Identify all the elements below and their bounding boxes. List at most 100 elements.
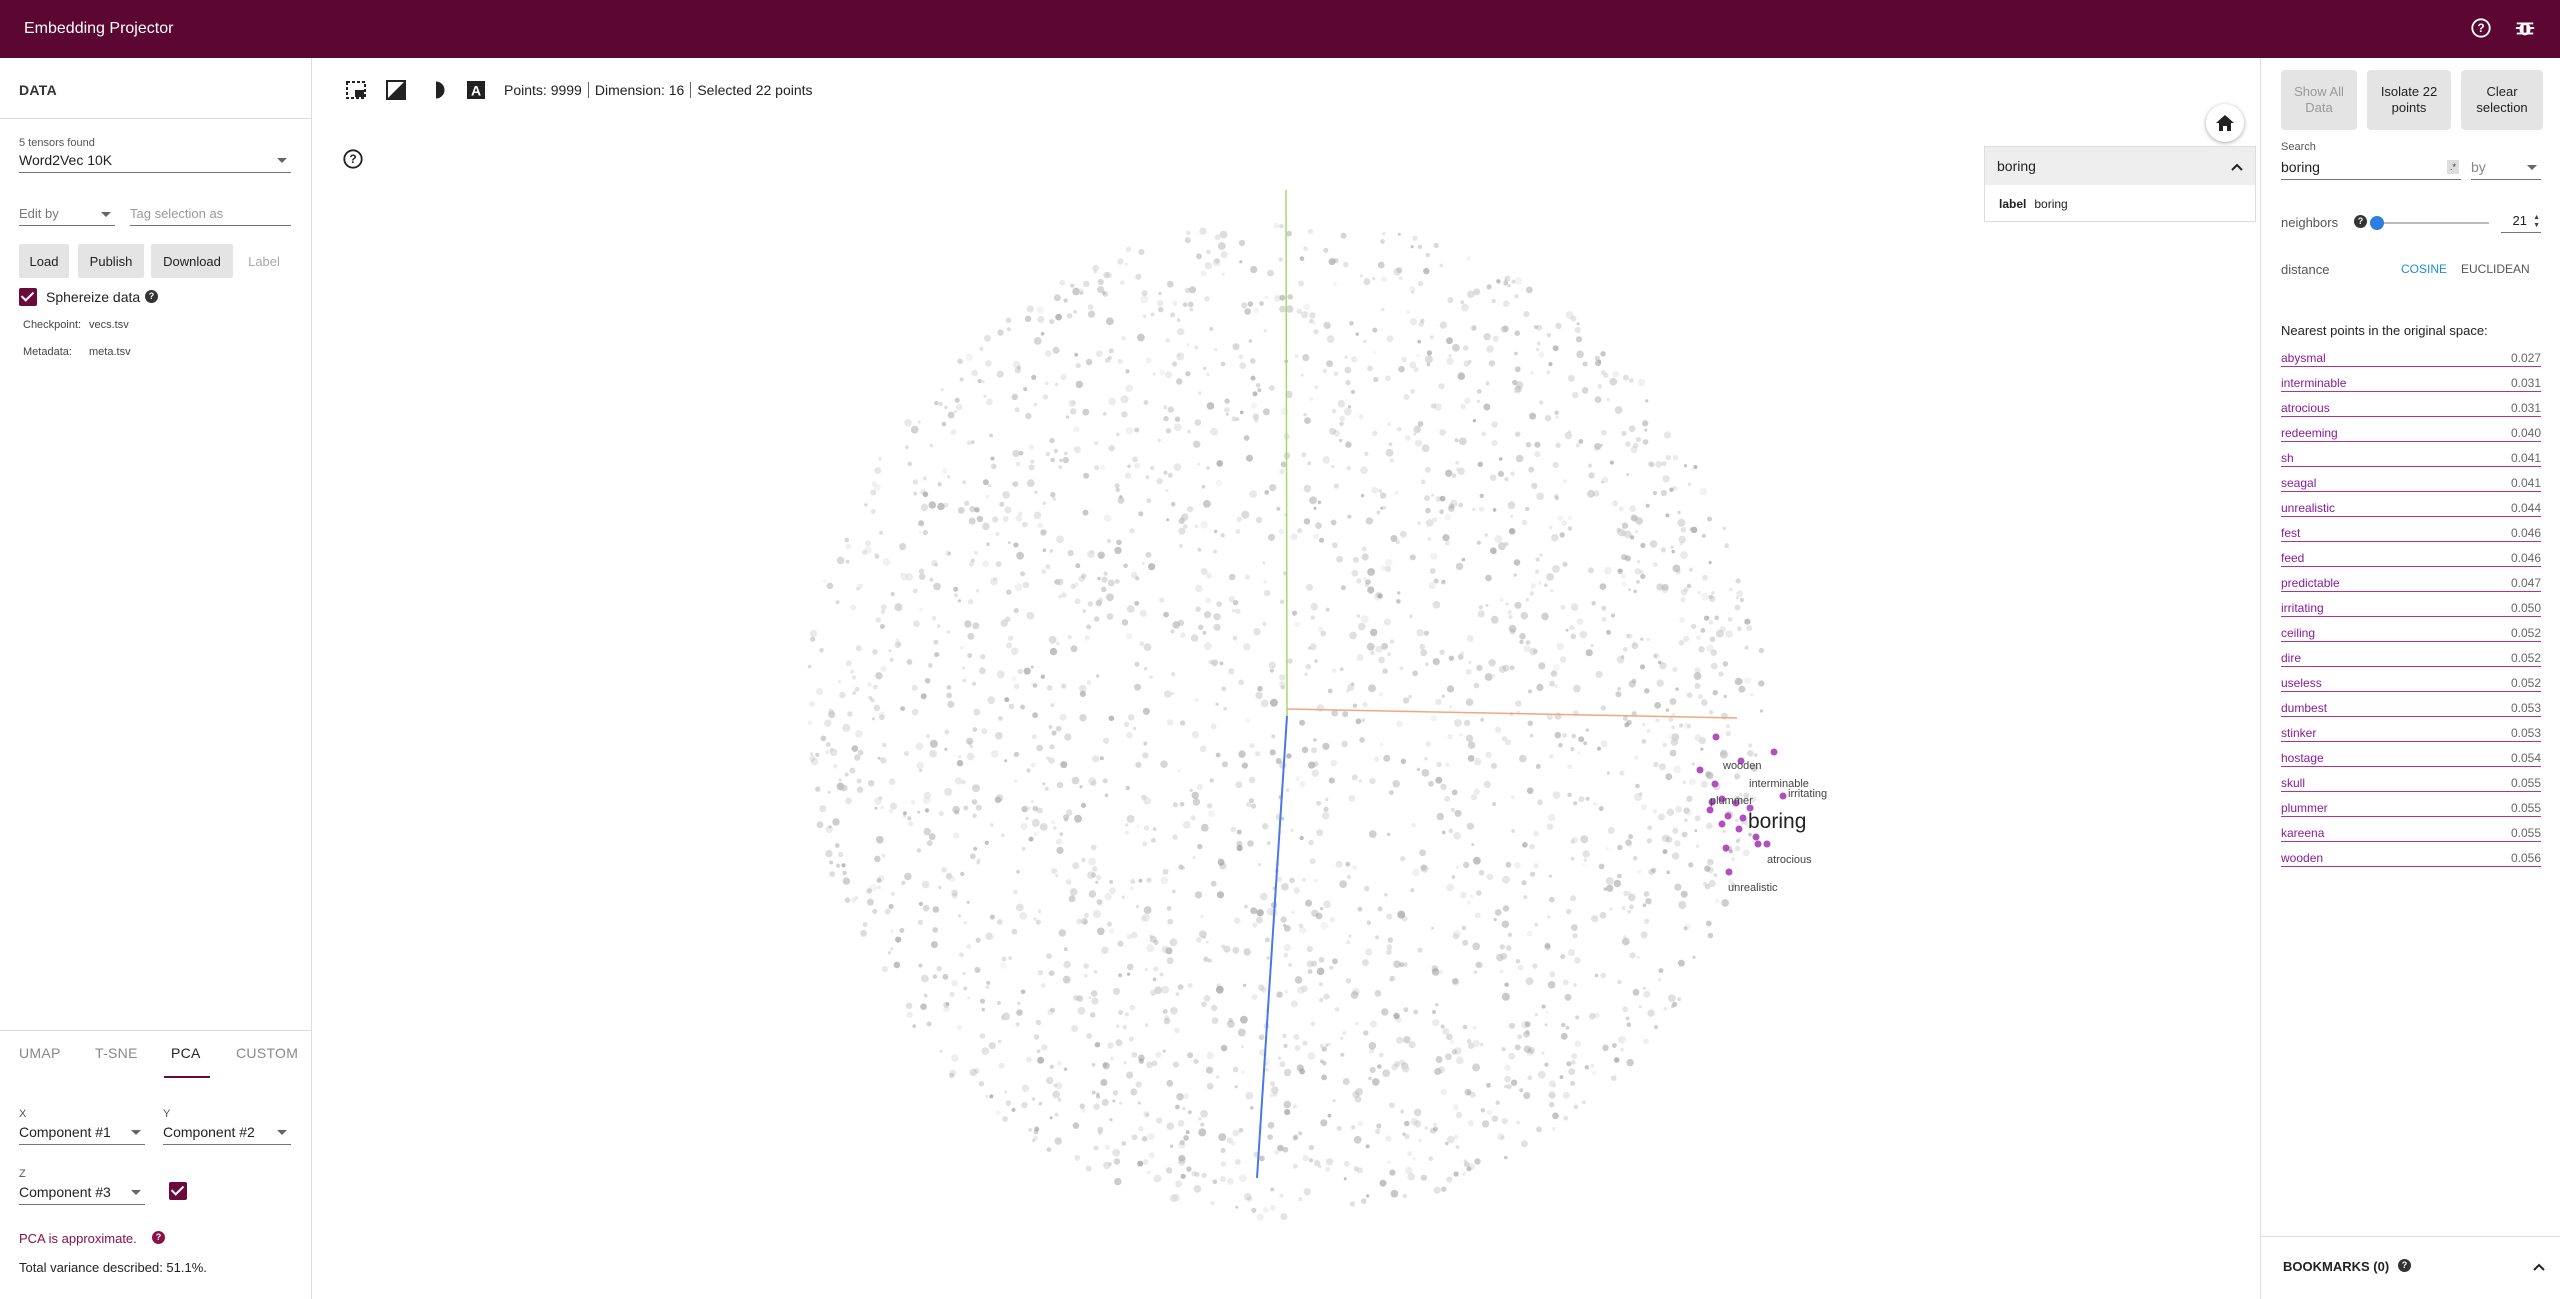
- data-point[interactable]: [1600, 705, 1607, 711]
- data-point[interactable]: [1126, 933, 1132, 940]
- data-point[interactable]: [1340, 585, 1346, 591]
- data-point[interactable]: [1661, 585, 1669, 594]
- data-point[interactable]: [1195, 584, 1203, 593]
- data-point[interactable]: [1053, 448, 1059, 454]
- selected-data-point[interactable]: [1725, 868, 1733, 876]
- data-point[interactable]: [1544, 583, 1548, 587]
- data-point[interactable]: [1639, 569, 1644, 575]
- data-point[interactable]: [1274, 1150, 1279, 1155]
- data-point[interactable]: [1336, 1125, 1342, 1131]
- data-point[interactable]: [1628, 680, 1636, 688]
- data-point[interactable]: [998, 716, 1003, 721]
- data-point[interactable]: [1170, 629, 1175, 634]
- data-point[interactable]: [1357, 1120, 1364, 1127]
- data-point[interactable]: [1023, 387, 1028, 392]
- data-point[interactable]: [1194, 1171, 1200, 1177]
- data-point[interactable]: [845, 559, 850, 564]
- data-point[interactable]: [1325, 1158, 1334, 1166]
- data-point[interactable]: [920, 1003, 927, 1010]
- data-point[interactable]: [1120, 395, 1129, 404]
- data-point[interactable]: [1250, 358, 1256, 364]
- data-point[interactable]: [1472, 419, 1476, 423]
- data-point[interactable]: [1381, 642, 1388, 650]
- data-point[interactable]: [912, 588, 918, 594]
- data-point[interactable]: [1491, 1115, 1499, 1122]
- data-point[interactable]: [1210, 880, 1217, 887]
- data-point[interactable]: [1490, 673, 1496, 679]
- data-point[interactable]: [1194, 419, 1202, 426]
- data-point[interactable]: [816, 821, 824, 829]
- data-point[interactable]: [1601, 616, 1607, 622]
- data-point[interactable]: [1050, 1007, 1056, 1013]
- data-point[interactable]: [1449, 1039, 1455, 1045]
- data-point[interactable]: [1016, 1009, 1023, 1016]
- data-point[interactable]: [1363, 278, 1371, 286]
- data-point[interactable]: [1476, 664, 1483, 671]
- data-point[interactable]: [1670, 545, 1674, 549]
- data-point[interactable]: [1620, 1047, 1624, 1052]
- data-point[interactable]: [1319, 998, 1324, 1003]
- data-point[interactable]: [1507, 284, 1511, 288]
- data-point[interactable]: [1087, 304, 1094, 310]
- data-point[interactable]: [981, 1047, 990, 1055]
- data-point[interactable]: [845, 543, 852, 550]
- data-point[interactable]: [1461, 303, 1469, 312]
- data-point[interactable]: [1446, 685, 1455, 693]
- data-point[interactable]: [1033, 917, 1037, 921]
- data-point[interactable]: [1331, 408, 1337, 414]
- data-point[interactable]: [1578, 439, 1584, 444]
- data-point[interactable]: [998, 1062, 1005, 1069]
- data-point[interactable]: [850, 604, 857, 611]
- data-point[interactable]: [1606, 398, 1610, 402]
- data-point[interactable]: [1617, 844, 1623, 851]
- data-point[interactable]: [1045, 451, 1051, 457]
- data-point[interactable]: [1514, 294, 1519, 299]
- data-point[interactable]: [1174, 416, 1181, 422]
- data-point[interactable]: [1357, 622, 1366, 631]
- data-point[interactable]: [1457, 372, 1466, 381]
- data-point[interactable]: [1294, 976, 1303, 984]
- data-point[interactable]: [1515, 958, 1521, 964]
- data-point[interactable]: [1158, 291, 1162, 295]
- data-point[interactable]: [1424, 466, 1431, 473]
- data-point[interactable]: [1427, 537, 1432, 541]
- data-point[interactable]: [1472, 1025, 1477, 1030]
- data-point[interactable]: [1196, 783, 1203, 791]
- data-point[interactable]: [930, 941, 938, 949]
- data-point[interactable]: [1002, 516, 1009, 522]
- data-point[interactable]: [1013, 608, 1019, 614]
- data-point[interactable]: [1554, 712, 1562, 720]
- data-point[interactable]: [1626, 1022, 1632, 1027]
- data-point[interactable]: [1325, 798, 1329, 802]
- data-point[interactable]: [1617, 686, 1621, 691]
- nearest-point-row[interactable]: abysmal 0.027: [2281, 349, 2541, 367]
- data-point[interactable]: [1477, 461, 1484, 467]
- data-point[interactable]: [1606, 629, 1611, 635]
- data-point[interactable]: [1459, 733, 1463, 737]
- data-point[interactable]: [1143, 906, 1152, 914]
- data-point[interactable]: [1313, 329, 1319, 335]
- selected-data-point[interactable]: [1739, 814, 1747, 822]
- data-point[interactable]: [1683, 926, 1688, 931]
- data-point[interactable]: [1480, 1043, 1484, 1047]
- data-point[interactable]: [1204, 296, 1210, 302]
- nearest-point-row[interactable]: atrocious 0.031: [2281, 399, 2541, 417]
- data-point[interactable]: [986, 980, 991, 985]
- data-point[interactable]: [1345, 978, 1352, 984]
- data-point[interactable]: [1662, 849, 1668, 855]
- data-point[interactable]: [890, 592, 895, 597]
- data-point[interactable]: [1646, 637, 1650, 642]
- data-point[interactable]: [1702, 574, 1708, 581]
- data-point[interactable]: [1510, 1079, 1518, 1086]
- data-point[interactable]: [1549, 971, 1556, 978]
- data-point[interactable]: [1299, 781, 1306, 788]
- data-point[interactable]: [1081, 573, 1087, 579]
- data-point[interactable]: [1388, 1102, 1395, 1109]
- data-point[interactable]: [1470, 794, 1477, 801]
- data-point[interactable]: [1598, 806, 1604, 812]
- data-point[interactable]: [1552, 791, 1561, 800]
- data-point[interactable]: [1182, 1093, 1189, 1100]
- data-point[interactable]: [985, 360, 992, 367]
- data-point[interactable]: [1167, 406, 1174, 413]
- data-point[interactable]: [1142, 707, 1150, 715]
